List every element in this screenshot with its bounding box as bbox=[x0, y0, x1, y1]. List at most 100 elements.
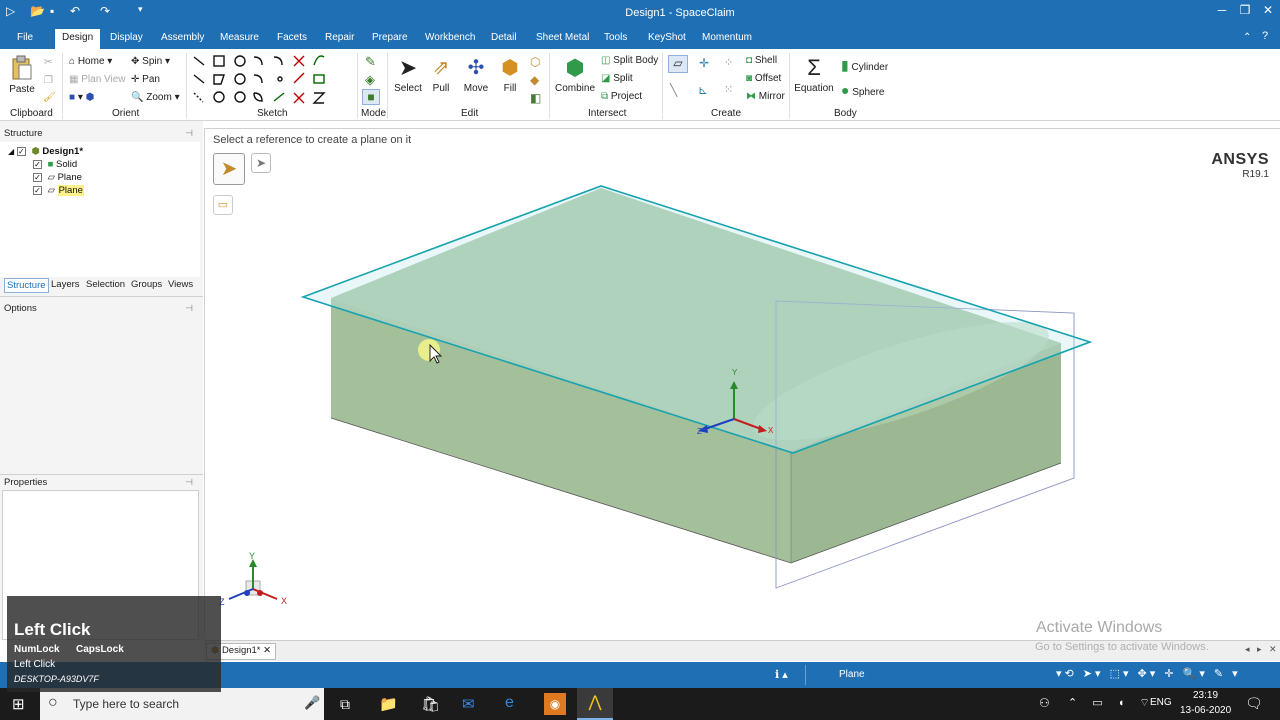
tab-close-all-icon[interactable]: ✕ bbox=[1269, 644, 1277, 655]
offset-button[interactable]: ◙ Offset bbox=[746, 73, 781, 84]
task-view-icon[interactable]: ⧉ bbox=[340, 696, 350, 713]
people-icon[interactable]: ⚇ bbox=[1039, 696, 1050, 710]
equation-button[interactable]: Σ Equation bbox=[793, 55, 835, 94]
visibility-checkbox[interactable]: ✓ bbox=[33, 185, 42, 195]
restore-icon[interactable]: ❐ bbox=[1234, 3, 1256, 17]
axis-icon[interactable]: ╲ bbox=[670, 83, 677, 97]
pin-icon[interactable]: ⊣ bbox=[185, 303, 193, 314]
tab-assembly[interactable]: Assembly bbox=[161, 32, 204, 43]
tab-scroll-left-icon[interactable]: ◂ bbox=[1245, 644, 1250, 655]
cut-icon[interactable]: ✂ bbox=[44, 57, 52, 68]
collapse-icon[interactable]: ◢ bbox=[8, 147, 14, 156]
tab-scroll-right-icon[interactable]: ▸ bbox=[1257, 644, 1262, 655]
tab-display[interactable]: Display bbox=[110, 32, 143, 43]
tree-item-plane-selected[interactable]: ✓ ▱ Plane bbox=[33, 185, 84, 196]
combine-button[interactable]: ⬢ Combine bbox=[555, 55, 595, 94]
structure-tree: ◢ ✓ ⬢ Design1* ✓ ■ Solid ✓ ▱ Plane ✓ ▱ P… bbox=[0, 142, 200, 277]
zoom-button[interactable]: 🔍 Zoom ▾ bbox=[131, 92, 180, 103]
ribbon-collapse-icon[interactable]: ⌃ bbox=[1243, 32, 1251, 43]
tab-momentum[interactable]: Momentum bbox=[702, 32, 752, 43]
tree-item-design[interactable]: ◢ ✓ ⬢ Design1* bbox=[8, 146, 83, 157]
plan-view-button[interactable]: ▦ Plan View bbox=[69, 74, 126, 85]
tree-item-plane[interactable]: ✓ ▱ Plane bbox=[33, 172, 82, 183]
clock-date[interactable]: 13-06-2020 bbox=[1180, 705, 1231, 716]
sketch-tools[interactable] bbox=[190, 53, 352, 109]
fill-button[interactable]: ⬢ Fill bbox=[491, 55, 529, 94]
visibility-checkbox[interactable]: ✓ bbox=[33, 159, 42, 169]
plane-tool-icon[interactable]: ▱ bbox=[668, 55, 688, 73]
3d-viewport[interactable]: Select a reference to create a plane on … bbox=[204, 128, 1280, 638]
recorder-app-icon[interactable]: ◉ bbox=[544, 693, 566, 715]
tab-design[interactable]: Design bbox=[55, 29, 101, 49]
windows-start-icon[interactable]: ⊞ bbox=[12, 695, 25, 713]
pull-button[interactable]: ⇗ Pull bbox=[422, 55, 460, 94]
section-mode-icon[interactable]: ◈ bbox=[365, 72, 375, 88]
pin-icon[interactable]: ⊣ bbox=[185, 128, 193, 139]
divider bbox=[0, 474, 203, 475]
pattern-icon[interactable]: ⁙ bbox=[724, 83, 733, 96]
tab-sheet-metal[interactable]: Sheet Metal bbox=[536, 32, 589, 43]
minimize-icon[interactable]: ─ bbox=[1211, 3, 1233, 17]
tab-repair[interactable]: Repair bbox=[325, 32, 354, 43]
split-body-button[interactable]: ◫ Split Body bbox=[601, 55, 658, 66]
microphone-icon[interactable]: 🎤 bbox=[304, 695, 320, 711]
sketch-mode-icon[interactable]: ✎ bbox=[365, 54, 376, 70]
origin-icon[interactable]: ✛ bbox=[699, 56, 709, 70]
panel-tab-layers[interactable]: Layers bbox=[51, 279, 80, 290]
visibility-checkbox[interactable]: ✓ bbox=[33, 172, 42, 182]
point-icon[interactable]: ⁘ bbox=[724, 56, 733, 69]
language-indicator[interactable]: ENG bbox=[1150, 697, 1172, 708]
coordinate-system-icon[interactable]: ⊾ bbox=[698, 83, 708, 97]
project-button[interactable]: ⧉ Project bbox=[601, 91, 642, 102]
store-icon[interactable]: 🛍 bbox=[421, 695, 440, 713]
panel-tab-groups[interactable]: Groups bbox=[131, 279, 162, 290]
tab-keyshot[interactable]: KeyShot bbox=[648, 32, 686, 43]
tweak-face-icon[interactable]: ◆ bbox=[530, 73, 539, 87]
view-axes-widget[interactable] bbox=[228, 559, 278, 600]
taskbar-search-box[interactable]: ○ Type here to search 🎤 bbox=[40, 688, 324, 720]
format-painter-icon[interactable]: 🖌 bbox=[43, 92, 56, 103]
replace-icon[interactable]: ⬡ bbox=[530, 55, 540, 69]
panel-tab-structure[interactable]: Structure bbox=[4, 278, 49, 293]
sphere-button[interactable]: ● Sphere bbox=[841, 82, 885, 98]
split-button[interactable]: ◪ Split bbox=[601, 73, 633, 84]
copy-icon[interactable]: ❐ bbox=[44, 75, 53, 86]
home-button[interactable]: ⌂ Home ▾ bbox=[69, 56, 112, 67]
tab-file[interactable]: File bbox=[17, 32, 33, 43]
view-cube-button[interactable]: ■ ▾ ⬢ bbox=[69, 92, 94, 103]
pin-icon[interactable]: ⊣ bbox=[185, 477, 193, 488]
shell-button[interactable]: ◘ Shell bbox=[746, 55, 777, 66]
tab-detail[interactable]: Detail bbox=[491, 32, 517, 43]
paste-button[interactable]: Paste bbox=[3, 55, 41, 95]
mirror-button[interactable]: ⧓ Mirror bbox=[746, 91, 785, 102]
3d-mode-icon[interactable]: ■ bbox=[362, 89, 380, 105]
tab-tools[interactable]: Tools bbox=[604, 32, 627, 43]
panel-tab-views[interactable]: Views bbox=[168, 279, 193, 290]
mail-icon[interactable]: ✉ bbox=[462, 695, 475, 713]
tab-facets[interactable]: Facets bbox=[277, 32, 307, 43]
tray-icons[interactable]: ⌃ ▭ ◖ ⌔ bbox=[1068, 696, 1156, 710]
tab-workbench[interactable]: Workbench bbox=[425, 32, 475, 43]
model-graphics[interactable]: Y X Z Y X Z bbox=[205, 129, 1280, 639]
help-icon[interactable]: ? bbox=[1262, 30, 1268, 42]
edge-browser-icon[interactable]: e bbox=[505, 694, 514, 712]
blend-icon[interactable]: ◧ bbox=[530, 91, 541, 105]
panel-tab-selection[interactable]: Selection bbox=[86, 279, 125, 290]
file-explorer-icon[interactable]: 📁 bbox=[379, 695, 398, 713]
close-icon[interactable]: ✕ bbox=[1257, 3, 1279, 17]
status-tools-icons[interactable]: ▾⟲ ➤▾ ⬚▾ ✥▾ ✛ 🔍▾ ✎ ▾ bbox=[1056, 667, 1241, 680]
move-button[interactable]: ✣ Move bbox=[457, 55, 495, 94]
close-tab-icon[interactable]: ✕ bbox=[263, 645, 271, 656]
tab-measure[interactable]: Measure bbox=[220, 32, 259, 43]
cylinder-button[interactable]: ▮ Cylinder bbox=[841, 57, 888, 74]
spin-button[interactable]: ✥ Spin ▾ bbox=[131, 56, 170, 67]
tree-item-solid[interactable]: ✓ ■ Solid bbox=[33, 159, 77, 170]
split-body-icon: ◫ bbox=[601, 55, 611, 66]
clock-time[interactable]: 23:19 bbox=[1193, 690, 1218, 701]
info-icon[interactable]: ℹ ▴ bbox=[775, 668, 788, 681]
ansys-spaceclaim-taskbar-icon[interactable]: ⋀ bbox=[577, 688, 613, 720]
tab-prepare[interactable]: Prepare bbox=[372, 32, 408, 43]
pan-button[interactable]: ✛ Pan bbox=[131, 74, 160, 85]
visibility-checkbox[interactable]: ✓ bbox=[16, 146, 26, 156]
notifications-icon[interactable]: 🗨 bbox=[1245, 695, 1263, 712]
